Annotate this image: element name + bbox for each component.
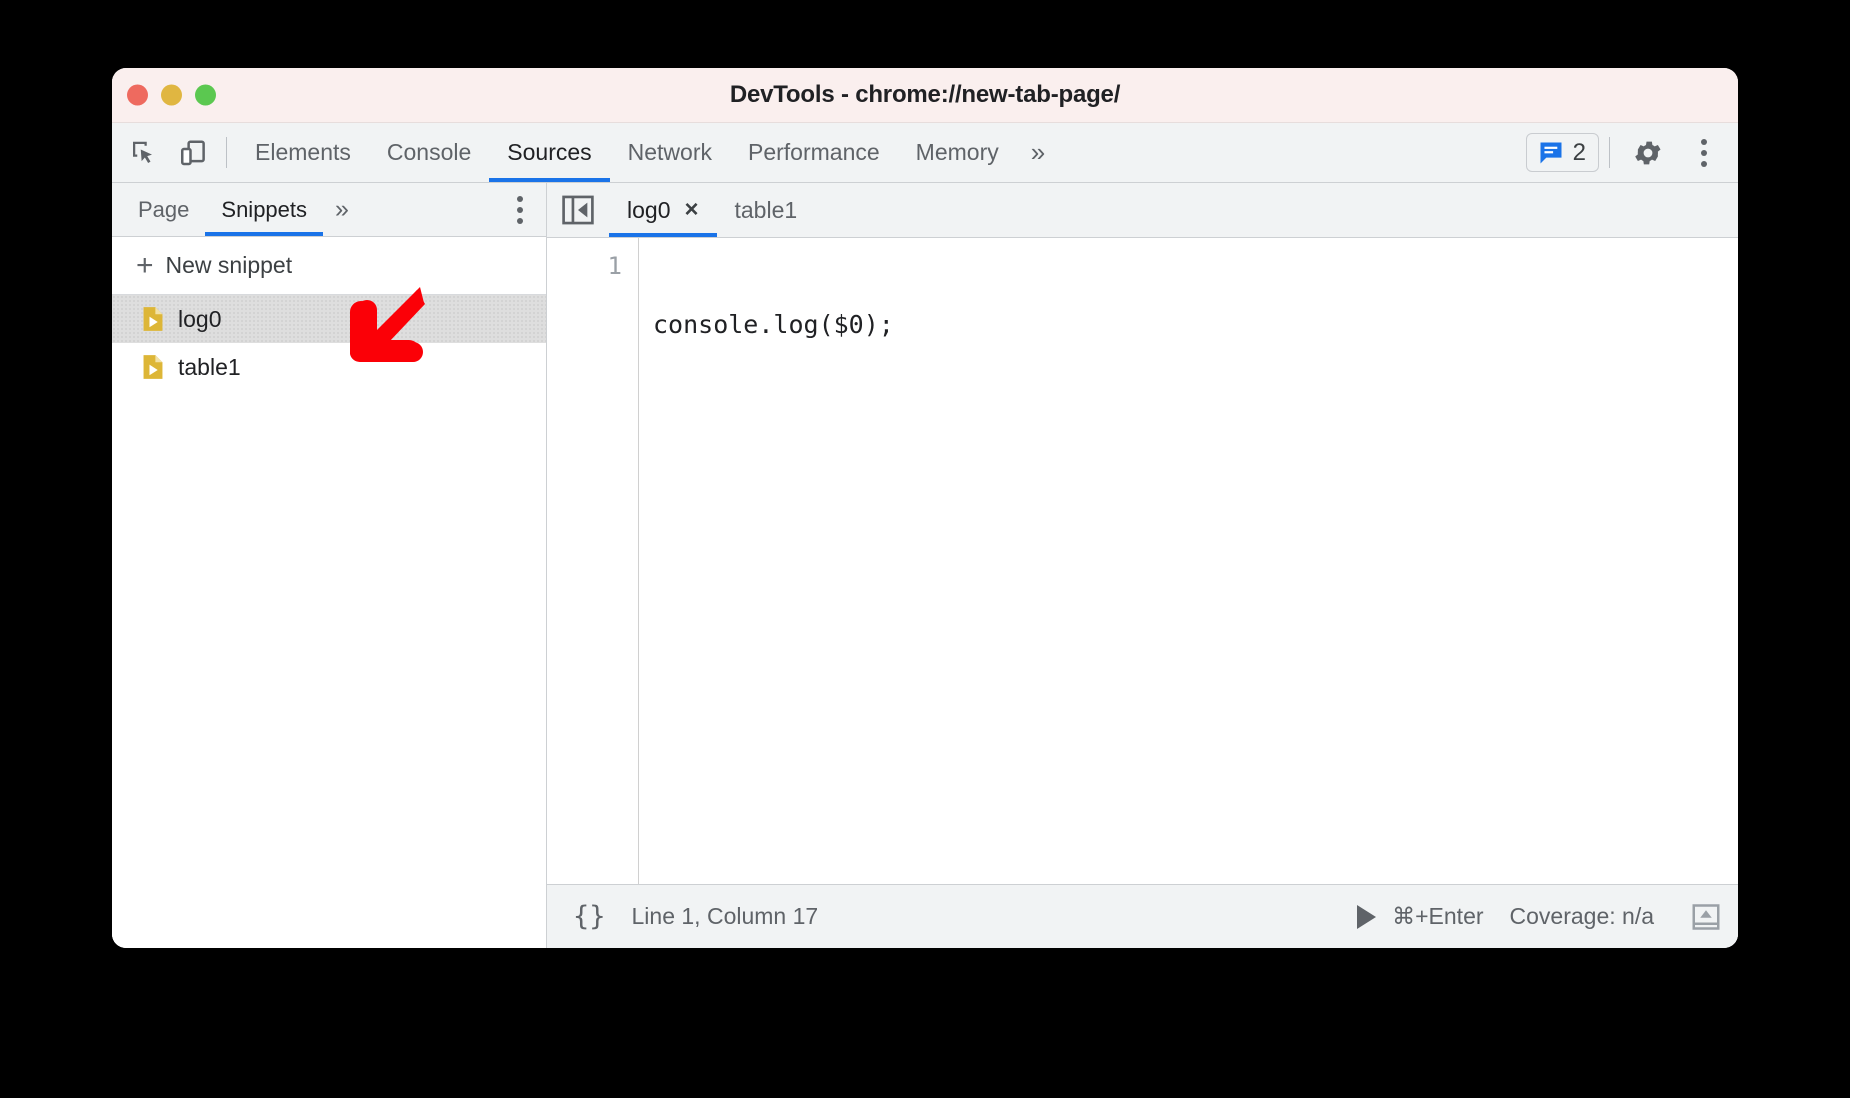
editor-tabbar: log0 × table1 bbox=[547, 183, 1738, 238]
issues-counter-button[interactable]: 2 bbox=[1525, 133, 1599, 172]
snippet-list: log0 table1 bbox=[112, 295, 546, 948]
kebab-dots bbox=[1701, 138, 1707, 167]
snippet-file-icon bbox=[143, 307, 163, 331]
plus-icon: + bbox=[136, 248, 154, 282]
tab-sources[interactable]: Sources bbox=[489, 123, 611, 182]
more-tabs-chevron-icon[interactable]: » bbox=[1017, 123, 1059, 182]
line-number-gutter: 1 bbox=[547, 238, 639, 884]
issues-message-icon bbox=[1540, 142, 1562, 163]
editor-tab-log0[interactable]: log0 × bbox=[609, 183, 717, 237]
run-shortcut-label: ⌘+Enter bbox=[1392, 903, 1484, 929]
window-titlebar: DevTools - chrome://new-tab-page/ bbox=[112, 68, 1738, 123]
devtools-toolbar: Elements Console Sources Network Perform… bbox=[112, 123, 1738, 183]
snippet-file-icon bbox=[143, 355, 163, 379]
navigator-tabbar: Page Snippets » bbox=[112, 183, 546, 237]
show-drawer-icon[interactable] bbox=[1680, 902, 1732, 932]
editor-pane: log0 × table1 1 console.log($0); {} Line… bbox=[547, 183, 1738, 948]
tab-memory[interactable]: Memory bbox=[898, 123, 1017, 182]
editor-tab-label: table1 bbox=[734, 196, 798, 223]
cursor-position: Line 1, Column 17 bbox=[631, 903, 819, 929]
pretty-print-braces-icon[interactable]: {} bbox=[573, 901, 606, 932]
coverage-status: Coverage: n/a bbox=[1509, 903, 1654, 929]
close-window-button[interactable] bbox=[127, 84, 148, 106]
snippet-list-item-table1[interactable]: table1 bbox=[112, 343, 546, 391]
toolbar-divider-2 bbox=[1609, 137, 1610, 168]
sources-panel: Page Snippets » + New snippet log0 table… bbox=[112, 183, 1738, 948]
tab-elements[interactable]: Elements bbox=[237, 123, 369, 182]
nav-tab-page[interactable]: Page bbox=[122, 183, 205, 236]
code-content[interactable]: console.log($0); bbox=[639, 238, 1738, 884]
navigator-kebab-dots bbox=[517, 195, 523, 224]
inspect-element-icon[interactable] bbox=[118, 123, 168, 182]
run-snippet-play-icon bbox=[1357, 904, 1377, 929]
devtools-window: DevTools - chrome://new-tab-page/ Elemen… bbox=[112, 68, 1738, 948]
editor-tab-table1[interactable]: table1 bbox=[717, 183, 816, 237]
snippet-name: table1 bbox=[178, 353, 241, 380]
maximize-window-button[interactable] bbox=[195, 84, 216, 106]
close-icon[interactable]: × bbox=[684, 198, 698, 222]
gear-icon[interactable] bbox=[1620, 123, 1676, 182]
code-line: console.log($0); bbox=[653, 310, 894, 339]
device-toolbar-icon[interactable] bbox=[168, 123, 218, 182]
issues-count: 2 bbox=[1572, 138, 1586, 166]
tab-network[interactable]: Network bbox=[610, 123, 730, 182]
snippet-name: log0 bbox=[178, 305, 222, 332]
snippet-list-item-log0[interactable]: log0 bbox=[112, 295, 546, 343]
tab-performance[interactable]: Performance bbox=[730, 123, 898, 182]
run-snippet-button[interactable]: ⌘+Enter bbox=[1357, 903, 1484, 930]
navigator-pane: Page Snippets » + New snippet log0 table… bbox=[112, 183, 547, 948]
collapse-sidebar-icon[interactable] bbox=[547, 183, 609, 237]
line-number: 1 bbox=[607, 252, 622, 280]
navigator-kebab-menu-icon[interactable] bbox=[494, 183, 546, 236]
editor-tab-label: log0 bbox=[627, 196, 671, 223]
code-editor[interactable]: 1 console.log($0); bbox=[547, 238, 1738, 884]
navigator-tabbar-spacer bbox=[361, 183, 494, 236]
window-controls[interactable] bbox=[127, 84, 216, 106]
toolbar-divider bbox=[226, 137, 227, 168]
tab-console[interactable]: Console bbox=[369, 123, 489, 182]
minimize-window-button[interactable] bbox=[161, 84, 182, 106]
new-snippet-button[interactable]: + New snippet bbox=[112, 237, 546, 295]
kebab-menu-icon[interactable] bbox=[1676, 123, 1732, 182]
window-title: DevTools - chrome://new-tab-page/ bbox=[729, 81, 1121, 108]
new-snippet-label: New snippet bbox=[165, 252, 293, 278]
editor-status-bar: {} Line 1, Column 17 ⌘+Enter Coverage: n… bbox=[547, 884, 1738, 948]
nav-tab-snippets[interactable]: Snippets bbox=[205, 183, 323, 236]
screenshot-stage: DevTools - chrome://new-tab-page/ Elemen… bbox=[0, 0, 1850, 1098]
nav-more-tabs-chevron-icon[interactable]: » bbox=[323, 183, 361, 236]
